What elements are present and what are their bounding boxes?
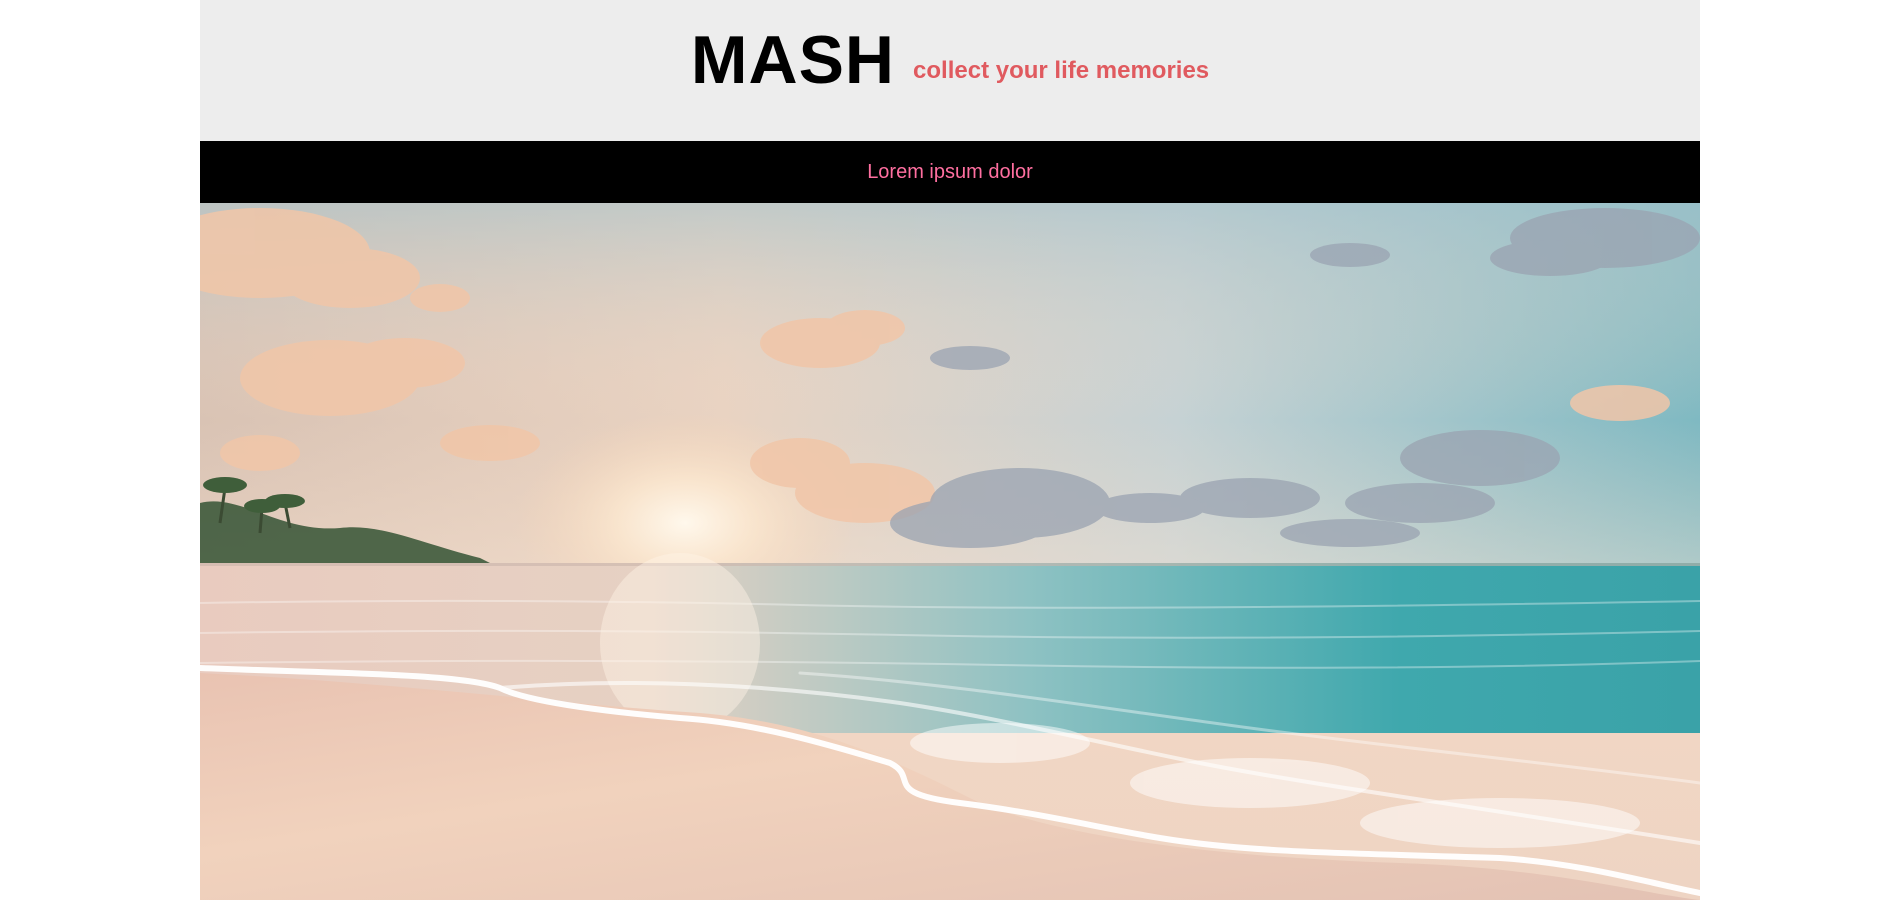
- nav-link-lorem[interactable]: Lorem ipsum dolor: [867, 161, 1033, 184]
- site-logo-text: MASH: [690, 21, 896, 98]
- nav-bar: Lorem ipsum dolor: [200, 141, 1700, 203]
- page-container: MASH collect your life memories Lorem ip…: [200, 0, 1700, 900]
- site-header: MASH collect your life memories: [200, 0, 1700, 141]
- site-tagline: collect your life memories: [913, 56, 1210, 84]
- hero-banner: [200, 203, 1700, 900]
- beach-sunset-image: [200, 203, 1700, 900]
